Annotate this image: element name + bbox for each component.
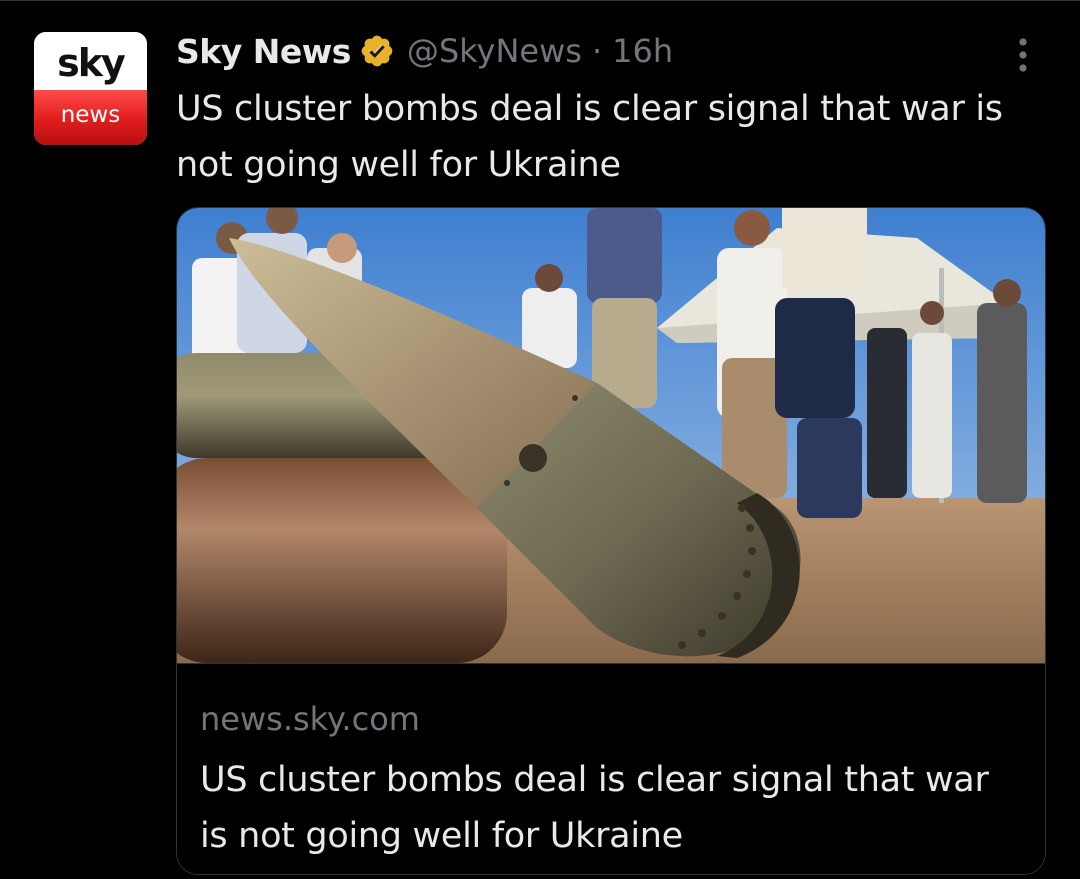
link-card-meta: news.sky.com US cluster bombs deal is cl…: [177, 663, 1045, 874]
link-card-domain: news.sky.com: [200, 700, 420, 738]
author-handle[interactable]: @SkyNews: [407, 32, 582, 70]
more-options-icon[interactable]: [1008, 35, 1038, 75]
tweet[interactable]: sky news Sky News @SkyNews · 16h US clus…: [0, 0, 1080, 879]
link-card-image[interactable]: [177, 208, 1046, 663]
link-card[interactable]: news.sky.com US cluster bombs deal is cl…: [176, 207, 1046, 875]
avatar-news-panel: news: [34, 90, 147, 145]
avatar[interactable]: sky news: [34, 32, 147, 145]
tweet-header: Sky News @SkyNews · 16h: [176, 27, 673, 75]
tweet-text: US cluster bombs deal is clear signal th…: [176, 89, 1003, 185]
avatar-sky-panel: sky: [34, 32, 147, 90]
verified-badge-icon[interactable]: [359, 33, 395, 69]
header-separator: ·: [591, 32, 603, 70]
avatar-sky-word: sky: [57, 41, 126, 85]
avatar-news-word: news: [60, 101, 121, 128]
author-display-name[interactable]: Sky News: [176, 32, 351, 71]
tweet-timestamp[interactable]: 16h: [612, 32, 673, 70]
link-card-title[interactable]: US cluster bombs deal is clear signal th…: [200, 752, 1020, 864]
